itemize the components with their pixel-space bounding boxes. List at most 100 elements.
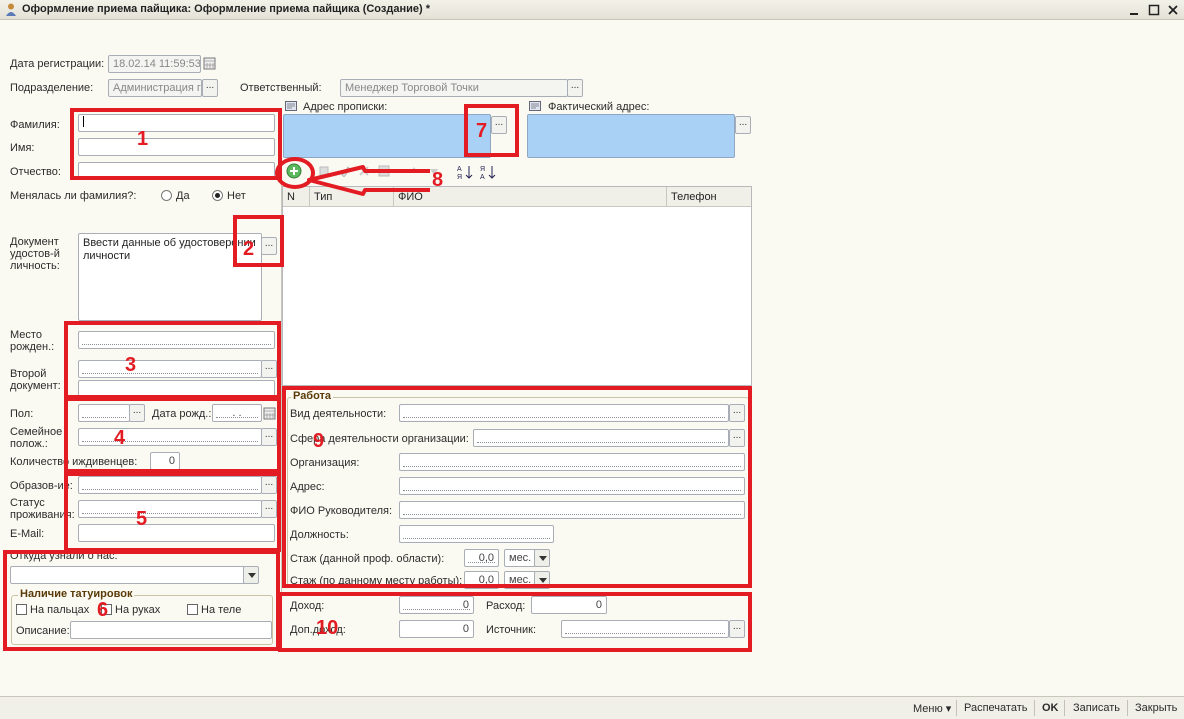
source-dropdown-button[interactable]	[243, 566, 259, 584]
reg-address-field[interactable]	[283, 114, 491, 158]
close-button[interactable]: Закрыть	[1135, 702, 1177, 714]
education-input[interactable]	[78, 476, 262, 494]
actual-address-icon	[529, 101, 541, 111]
education-select-button[interactable]: ...	[261, 476, 277, 494]
reg-address-icon	[285, 101, 297, 111]
marital-label: Семейное полож.:	[10, 426, 63, 450]
source-select[interactable]	[10, 566, 254, 584]
tattoo-body-box[interactable]	[187, 604, 198, 615]
radio-no[interactable]: Нет	[212, 190, 246, 202]
income-input[interactable]: 0	[399, 596, 474, 614]
reg-date-field[interactable]: 18.02.14 11:59:53	[108, 55, 201, 73]
description-label: Описание:	[16, 625, 70, 637]
organization-input[interactable]	[399, 453, 745, 471]
exp-place-unit-dropdown[interactable]	[534, 571, 550, 589]
radio-yes-label: Да	[176, 190, 190, 202]
position-input[interactable]	[399, 525, 554, 543]
surname-input[interactable]	[78, 114, 275, 132]
responsible-field[interactable]: Менеджер Торговой Точки	[340, 79, 568, 97]
division-field[interactable]: Администрация г	[108, 79, 202, 97]
menu-dropdown-icon: ▾	[945, 703, 952, 715]
footer-separator-4	[1127, 700, 1128, 716]
reg-address-select-button[interactable]: ...	[491, 116, 507, 134]
sort-desc-icon[interactable]: ЯA	[480, 164, 496, 181]
surname-label: Фамилия:	[10, 119, 60, 131]
tattoo-body-checkbox[interactable]: На теле	[187, 604, 241, 616]
actual-address-field[interactable]	[527, 114, 735, 158]
birthdate-input[interactable]: . .	[212, 404, 262, 422]
second-doc-input[interactable]	[78, 360, 262, 378]
org-sphere-input[interactable]	[473, 429, 729, 447]
manager-input[interactable]	[399, 501, 745, 519]
dependents-label: Количество иждивенцев:	[10, 456, 138, 468]
minimize-button[interactable]	[1127, 3, 1141, 17]
ok-button[interactable]: OK	[1042, 702, 1059, 714]
print-button[interactable]: Распечатать	[964, 702, 1027, 714]
svg-text:Я: Я	[480, 166, 485, 173]
radio-yes[interactable]: Да	[161, 190, 190, 202]
tattoo-fingers-checkbox[interactable]: На пальцах	[16, 604, 89, 616]
name-input[interactable]	[78, 138, 275, 156]
actual-address-select-button[interactable]: ...	[735, 116, 751, 134]
finance-source-input[interactable]	[561, 620, 729, 638]
id-doc-select-button[interactable]: ...	[261, 237, 277, 255]
description-input[interactable]	[70, 621, 272, 639]
app-person-icon	[6, 3, 16, 16]
svg-text:Я: Я	[457, 174, 462, 180]
annotation-number-6: 6	[97, 599, 109, 621]
name-label: Имя:	[10, 142, 35, 154]
save-button[interactable]: Записать	[1073, 702, 1120, 714]
exp-place-unit[interactable]: мес.	[504, 571, 536, 589]
tattoo-fingers-box[interactable]	[16, 604, 27, 615]
activity-select-button[interactable]: ...	[729, 404, 745, 422]
second-doc-extra-input[interactable]	[78, 380, 275, 398]
annotation-number-2: 2	[243, 238, 255, 260]
second-doc-select-button[interactable]: ...	[261, 360, 277, 378]
division-select-button[interactable]: ...	[202, 79, 218, 97]
calendar-icon[interactable]	[203, 56, 216, 70]
footer-bar: Меню ▾ Распечатать OK Записать Закрыть	[0, 696, 1184, 719]
maximize-button[interactable]	[1147, 3, 1161, 17]
menu-button[interactable]: Меню ▾	[913, 702, 951, 715]
email-input[interactable]	[78, 524, 275, 542]
exp-field-unit-dropdown[interactable]	[534, 549, 550, 567]
id-doc-text: Ввести данные об удостоверении личности	[83, 237, 256, 262]
email-label: E-Mail:	[10, 528, 45, 540]
org-sphere-select-button[interactable]: ...	[729, 429, 745, 447]
menu-label: Меню	[913, 703, 943, 715]
education-label: Образов-ие:	[10, 480, 73, 492]
sort-asc-icon[interactable]: AЯ	[457, 164, 473, 181]
residence-select-button[interactable]: ...	[261, 500, 277, 518]
marital-select-button[interactable]: ...	[261, 428, 277, 446]
finance-source-select-button[interactable]: ...	[729, 620, 745, 638]
gender-select-button[interactable]: ...	[129, 404, 145, 422]
id-doc-field[interactable]: Ввести данные об удостоверении личности	[78, 233, 262, 321]
birthdate-calendar-icon[interactable]	[263, 406, 276, 420]
organization-label: Организация:	[290, 457, 360, 469]
radio-no-circle[interactable]	[212, 190, 223, 201]
work-group-title: Работа	[291, 390, 334, 402]
exp-place-input[interactable]: 0,0	[464, 571, 499, 589]
manager-label: ФИО Руководителя:	[290, 505, 393, 517]
activity-input[interactable]	[399, 404, 729, 422]
expense-input[interactable]: 0	[531, 596, 607, 614]
marital-input[interactable]	[78, 428, 262, 446]
gender-input[interactable]	[78, 404, 130, 422]
annotation-number-9: 9	[313, 430, 325, 452]
responsible-select-button[interactable]: ...	[567, 79, 583, 97]
residence-input[interactable]	[78, 500, 262, 518]
patronymic-input[interactable]	[78, 162, 275, 180]
radio-yes-circle[interactable]	[161, 190, 172, 201]
work-address-input[interactable]	[399, 477, 745, 495]
dependents-input[interactable]: 0	[150, 452, 180, 470]
tattoo-hands-checkbox[interactable]: На руках	[101, 604, 160, 616]
exp-field-input[interactable]: 0,0	[464, 549, 499, 567]
close-window-button[interactable]	[1166, 3, 1180, 17]
contacts-table[interactable]: N Тип ФИО Телефон	[282, 186, 752, 386]
birthplace-input[interactable]	[78, 331, 275, 349]
division-label: Подразделение:	[10, 82, 94, 94]
income-label: Доход:	[290, 600, 325, 612]
col-phone[interactable]: Телефон	[666, 187, 751, 207]
exp-field-unit[interactable]: мес.	[504, 549, 536, 567]
extra-income-input[interactable]: 0	[399, 620, 474, 638]
